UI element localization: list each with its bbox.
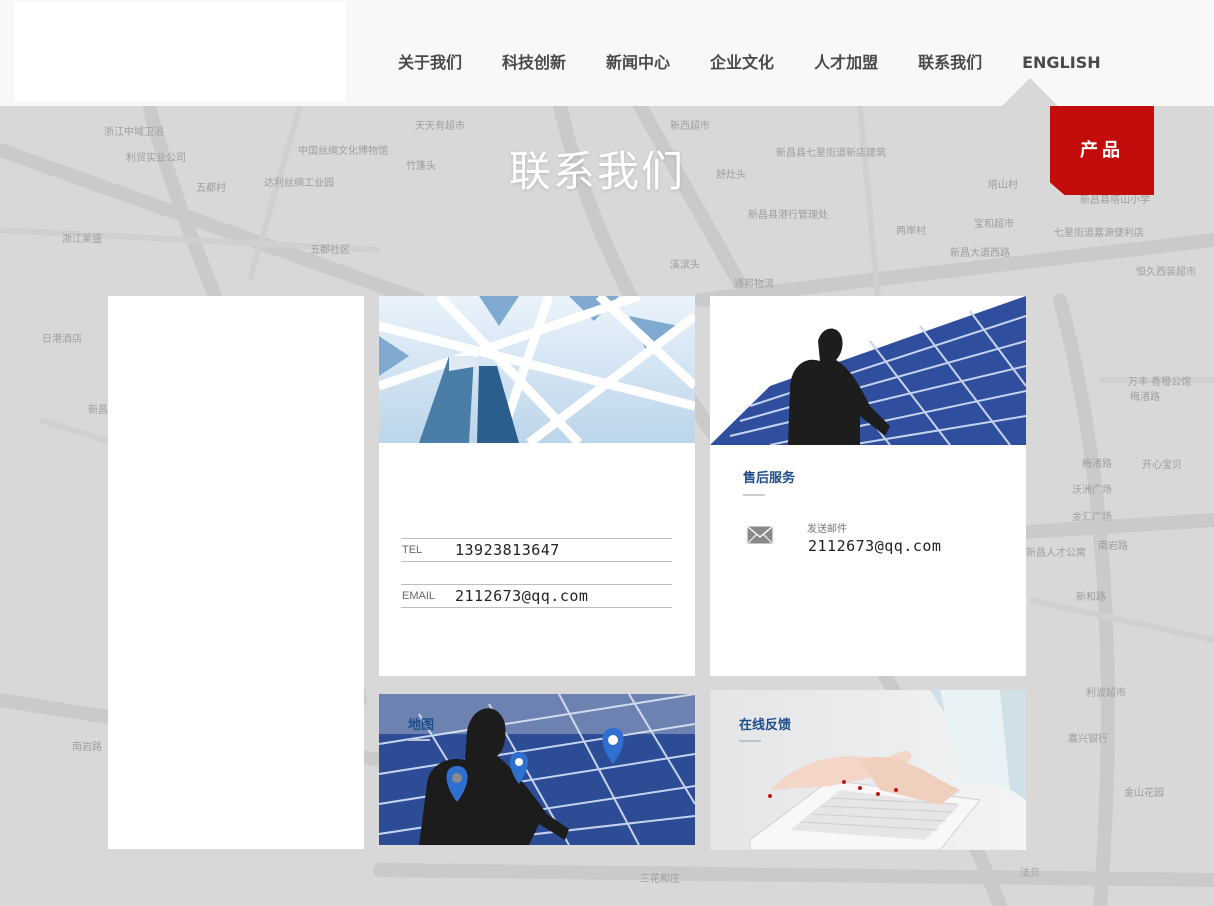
map-label: 新昌大道西路	[950, 246, 1010, 259]
map-label: 万丰·香橙公馆	[1128, 375, 1191, 388]
map-label: 金汇广场	[1072, 510, 1112, 523]
nav-item-contact[interactable]: 联系我们	[898, 0, 1002, 106]
map-label: 开心宝贝	[1142, 458, 1182, 471]
map-label: 南岩路	[1098, 539, 1128, 552]
map-label: 恒久西装超市	[1136, 265, 1196, 278]
nav-item-careers[interactable]: 人才加盟	[794, 0, 898, 106]
logo-placeholder[interactable]	[14, 2, 346, 101]
mail-icon	[747, 526, 773, 544]
map-label: 利波超市	[1086, 686, 1126, 699]
contact-card: TEL 13923813647 EMAIL 2112673@qq.com	[379, 296, 695, 676]
map-label: 金山花园	[1124, 786, 1164, 799]
map-label: 日港酒店	[42, 332, 82, 345]
side-panel	[108, 296, 364, 849]
map-label: 浙江中域卫浴	[104, 125, 164, 138]
map-label: 五都社区	[310, 243, 350, 256]
map-label: 新昌人才公寓	[1026, 546, 1086, 559]
map-label: 七星街道嘉源便利店	[1054, 226, 1144, 239]
page-title: 联系我们	[508, 147, 685, 196]
map-label: 三花和庄	[640, 872, 680, 885]
architecture-image	[379, 296, 695, 443]
map-label: 梅渚路	[1130, 390, 1160, 403]
map-label: 南岩路	[72, 740, 102, 753]
feedback-card[interactable]: 在线反馈	[710, 690, 1026, 850]
email-value[interactable]: 2112673@qq.com	[455, 587, 588, 605]
nav-item-about[interactable]: 关于我们	[378, 0, 482, 106]
map-label: 通邦物流	[734, 277, 774, 290]
service-email-value[interactable]: 2112673@qq.com	[808, 537, 941, 555]
map-label: 新和路	[1076, 590, 1106, 603]
nav-item-news[interactable]: 新闻中心	[586, 0, 690, 106]
tel-row: TEL 13923813647	[401, 538, 672, 562]
nav-active-pointer	[1002, 78, 1058, 106]
tel-label: TEL	[402, 544, 423, 556]
nav-item-culture[interactable]: 企业文化	[690, 0, 794, 106]
service-card: 售后服务 发送邮件 2112673@qq.com	[710, 296, 1026, 676]
map-label: 新昌县港行管理处	[748, 208, 828, 221]
service-title-underline	[743, 494, 765, 496]
tel-value[interactable]: 13923813647	[455, 541, 560, 559]
nav-item-innovation[interactable]: 科技创新	[482, 0, 586, 106]
feedback-card-underline	[739, 740, 761, 742]
map-label: 天天有超市	[415, 119, 465, 132]
email-label: EMAIL	[402, 590, 436, 602]
map-label: 沃洲广场	[1072, 483, 1112, 496]
map-card[interactable]: 地图	[379, 694, 695, 845]
map-label: 溪滨头	[670, 258, 700, 271]
map-card-title: 地图	[408, 718, 435, 733]
email-row: EMAIL 2112673@qq.com	[401, 584, 672, 608]
map-label: 两岸村	[896, 224, 926, 237]
map-label: 梅渚路	[1082, 457, 1112, 470]
map-label: 宝和超市	[974, 217, 1014, 230]
map-label: 嘉兴银行	[1068, 732, 1108, 745]
solar-panel-image	[710, 296, 1026, 445]
map-label: 新西超市	[670, 119, 710, 132]
send-mail-label: 发送邮件	[807, 524, 847, 535]
map-card-underline	[408, 739, 430, 741]
service-title: 售后服务	[743, 471, 796, 486]
map-label: 浙江莱盛	[62, 232, 102, 245]
feedback-card-title: 在线反馈	[739, 718, 792, 733]
map-label: 法贝	[1020, 866, 1040, 879]
